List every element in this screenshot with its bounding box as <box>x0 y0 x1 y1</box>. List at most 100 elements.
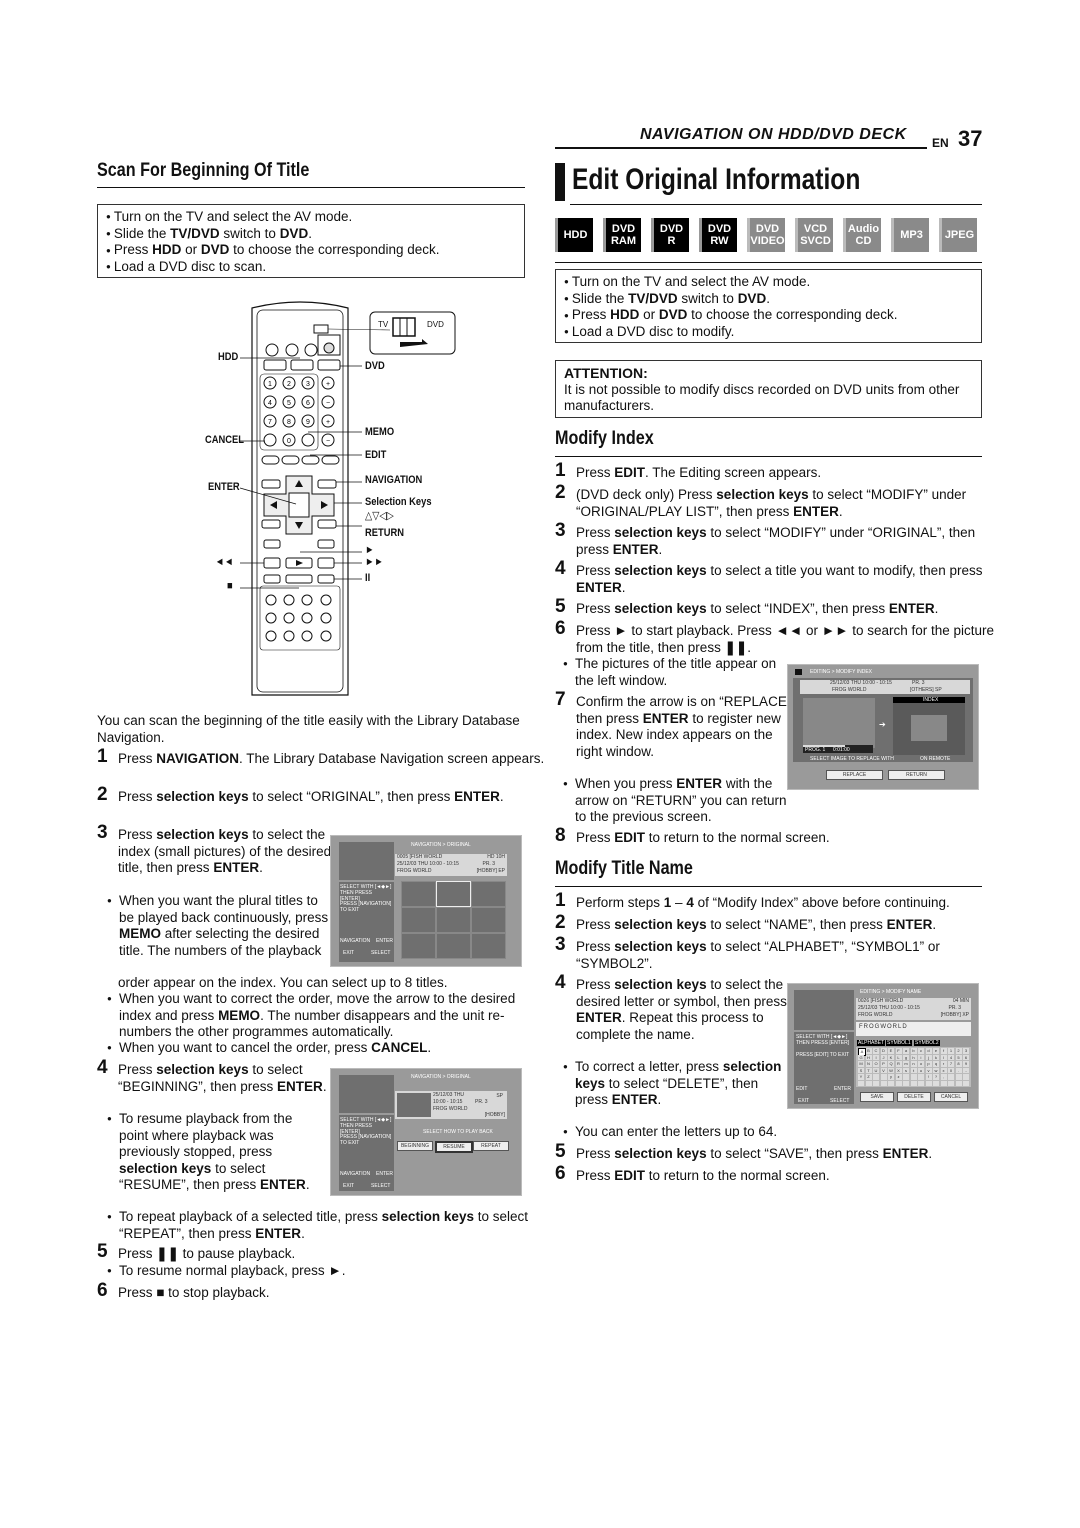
character-key[interactable]: 7 <box>948 1061 954 1067</box>
character-key[interactable]: K <box>888 1054 894 1060</box>
character-key[interactable]: n <box>910 1061 917 1067</box>
character-key[interactable]: Q <box>888 1061 894 1067</box>
character-key[interactable]: 2 <box>955 1048 962 1054</box>
character-key[interactable]: B <box>865 1048 872 1054</box>
character-key[interactable] <box>925 1080 932 1086</box>
character-key[interactable]: . <box>955 1067 962 1073</box>
character-key[interactable] <box>918 1080 924 1086</box>
character-key[interactable] <box>903 1074 909 1080</box>
character-key[interactable]: 5 <box>955 1054 962 1060</box>
character-key[interactable]: S <box>858 1067 864 1073</box>
character-key[interactable]: l <box>940 1054 947 1060</box>
character-key[interactable]: D <box>880 1048 887 1054</box>
character-key[interactable] <box>933 1080 939 1086</box>
cancel-button[interactable]: CANCEL <box>934 1092 968 1102</box>
character-key[interactable]: f <box>940 1048 947 1054</box>
character-key[interactable]: 4 <box>948 1054 954 1060</box>
character-key[interactable] <box>873 1080 879 1086</box>
character-key[interactable]: i <box>918 1054 924 1060</box>
replace-button[interactable]: REPLACE <box>826 770 883 780</box>
character-key[interactable]: j <box>925 1054 932 1060</box>
delete-button[interactable]: DELETE <box>897 1092 931 1102</box>
name-input[interactable]: FROGWORLD <box>856 1022 971 1036</box>
character-key[interactable]: 9 <box>963 1061 969 1067</box>
osd-thumb[interactable] <box>471 907 506 933</box>
tab-symbol1[interactable]: SYMBOL1 <box>886 1040 912 1046</box>
character-key[interactable] <box>880 1080 887 1086</box>
character-key[interactable] <box>880 1074 887 1080</box>
character-key[interactable]: C <box>873 1048 879 1054</box>
character-key[interactable]: v <box>925 1067 932 1073</box>
character-key[interactable]: Z <box>865 1074 872 1080</box>
character-key[interactable] <box>865 1080 872 1086</box>
character-key[interactable]: ? <box>933 1074 939 1080</box>
character-key[interactable]: L <box>895 1054 902 1060</box>
osd-thumb[interactable] <box>436 933 471 959</box>
character-key[interactable]: ! <box>925 1074 932 1080</box>
osd-thumb[interactable] <box>471 881 506 907</box>
return-button[interactable]: RETURN <box>888 770 945 780</box>
osd-thumb[interactable] <box>471 933 506 959</box>
tab-alphabet[interactable]: ALPHABET <box>857 1040 886 1046</box>
character-key[interactable]: U <box>873 1067 879 1073</box>
character-key[interactable] <box>895 1080 902 1086</box>
character-key[interactable]: G <box>858 1054 864 1060</box>
character-key[interactable]: H <box>865 1054 872 1060</box>
tab-symbol2[interactable]: SYMBOL2 <box>914 1040 940 1046</box>
character-key[interactable]: 3 <box>963 1048 969 1054</box>
character-key[interactable] <box>910 1080 917 1086</box>
character-key[interactable]: 1 <box>948 1048 954 1054</box>
character-key[interactable]: M <box>858 1061 864 1067</box>
character-key[interactable]: F <box>895 1048 902 1054</box>
character-key[interactable] <box>858 1080 864 1086</box>
character-key[interactable] <box>948 1074 954 1080</box>
character-key[interactable]: c <box>918 1048 924 1054</box>
character-key[interactable]: - <box>963 1067 969 1073</box>
osd-thumb[interactable] <box>401 881 436 907</box>
osd-thumb-selected[interactable] <box>436 881 471 907</box>
character-key[interactable] <box>888 1080 894 1086</box>
character-key[interactable]: a <box>903 1048 909 1054</box>
character-key[interactable]: E <box>888 1048 894 1054</box>
character-key[interactable] <box>955 1080 962 1086</box>
repeat-button[interactable]: REPEAT <box>473 1141 509 1151</box>
character-key[interactable] <box>940 1080 947 1086</box>
character-key[interactable]: h <box>910 1054 917 1060</box>
character-key[interactable]: W <box>888 1067 894 1073</box>
character-key[interactable]: r <box>940 1061 947 1067</box>
character-key[interactable]: , <box>940 1074 947 1080</box>
resume-button[interactable]: RESUME <box>435 1141 473 1153</box>
character-key[interactable]: y <box>888 1074 894 1080</box>
character-key[interactable]: V <box>880 1067 887 1073</box>
character-key[interactable]: t <box>910 1067 917 1073</box>
character-key[interactable]: g <box>903 1054 909 1060</box>
character-key[interactable]: u <box>918 1067 924 1073</box>
save-button[interactable]: SAVE <box>860 1092 894 1102</box>
character-key[interactable] <box>873 1074 879 1080</box>
beginning-button[interactable]: BEGINNING <box>397 1141 433 1151</box>
character-key[interactable]: m <box>903 1061 909 1067</box>
character-key[interactable] <box>910 1074 917 1080</box>
character-key[interactable]: s <box>903 1067 909 1073</box>
character-key[interactable]: I <box>873 1054 879 1060</box>
character-key[interactable]: w <box>933 1067 939 1073</box>
character-key[interactable] <box>963 1080 969 1086</box>
character-key[interactable] <box>903 1080 909 1086</box>
character-key[interactable]: O <box>873 1061 879 1067</box>
character-key[interactable] <box>918 1074 924 1080</box>
character-key[interactable]: N <box>865 1061 872 1067</box>
character-key[interactable]: q <box>933 1061 939 1067</box>
character-key[interactable]: e <box>933 1048 939 1054</box>
osd-thumb[interactable] <box>401 933 436 959</box>
character-key[interactable]: P <box>880 1061 887 1067</box>
character-key[interactable]: R <box>895 1061 902 1067</box>
character-key[interactable]: o <box>918 1061 924 1067</box>
character-key[interactable]: 6 <box>963 1054 969 1060</box>
character-key[interactable]: b <box>910 1048 917 1054</box>
osd-thumb[interactable] <box>436 907 471 933</box>
character-key[interactable] <box>948 1080 954 1086</box>
character-key[interactable] <box>963 1074 969 1080</box>
character-key[interactable]: z <box>895 1074 902 1080</box>
character-key[interactable]: X <box>895 1067 902 1073</box>
character-key[interactable]: x <box>940 1067 947 1073</box>
